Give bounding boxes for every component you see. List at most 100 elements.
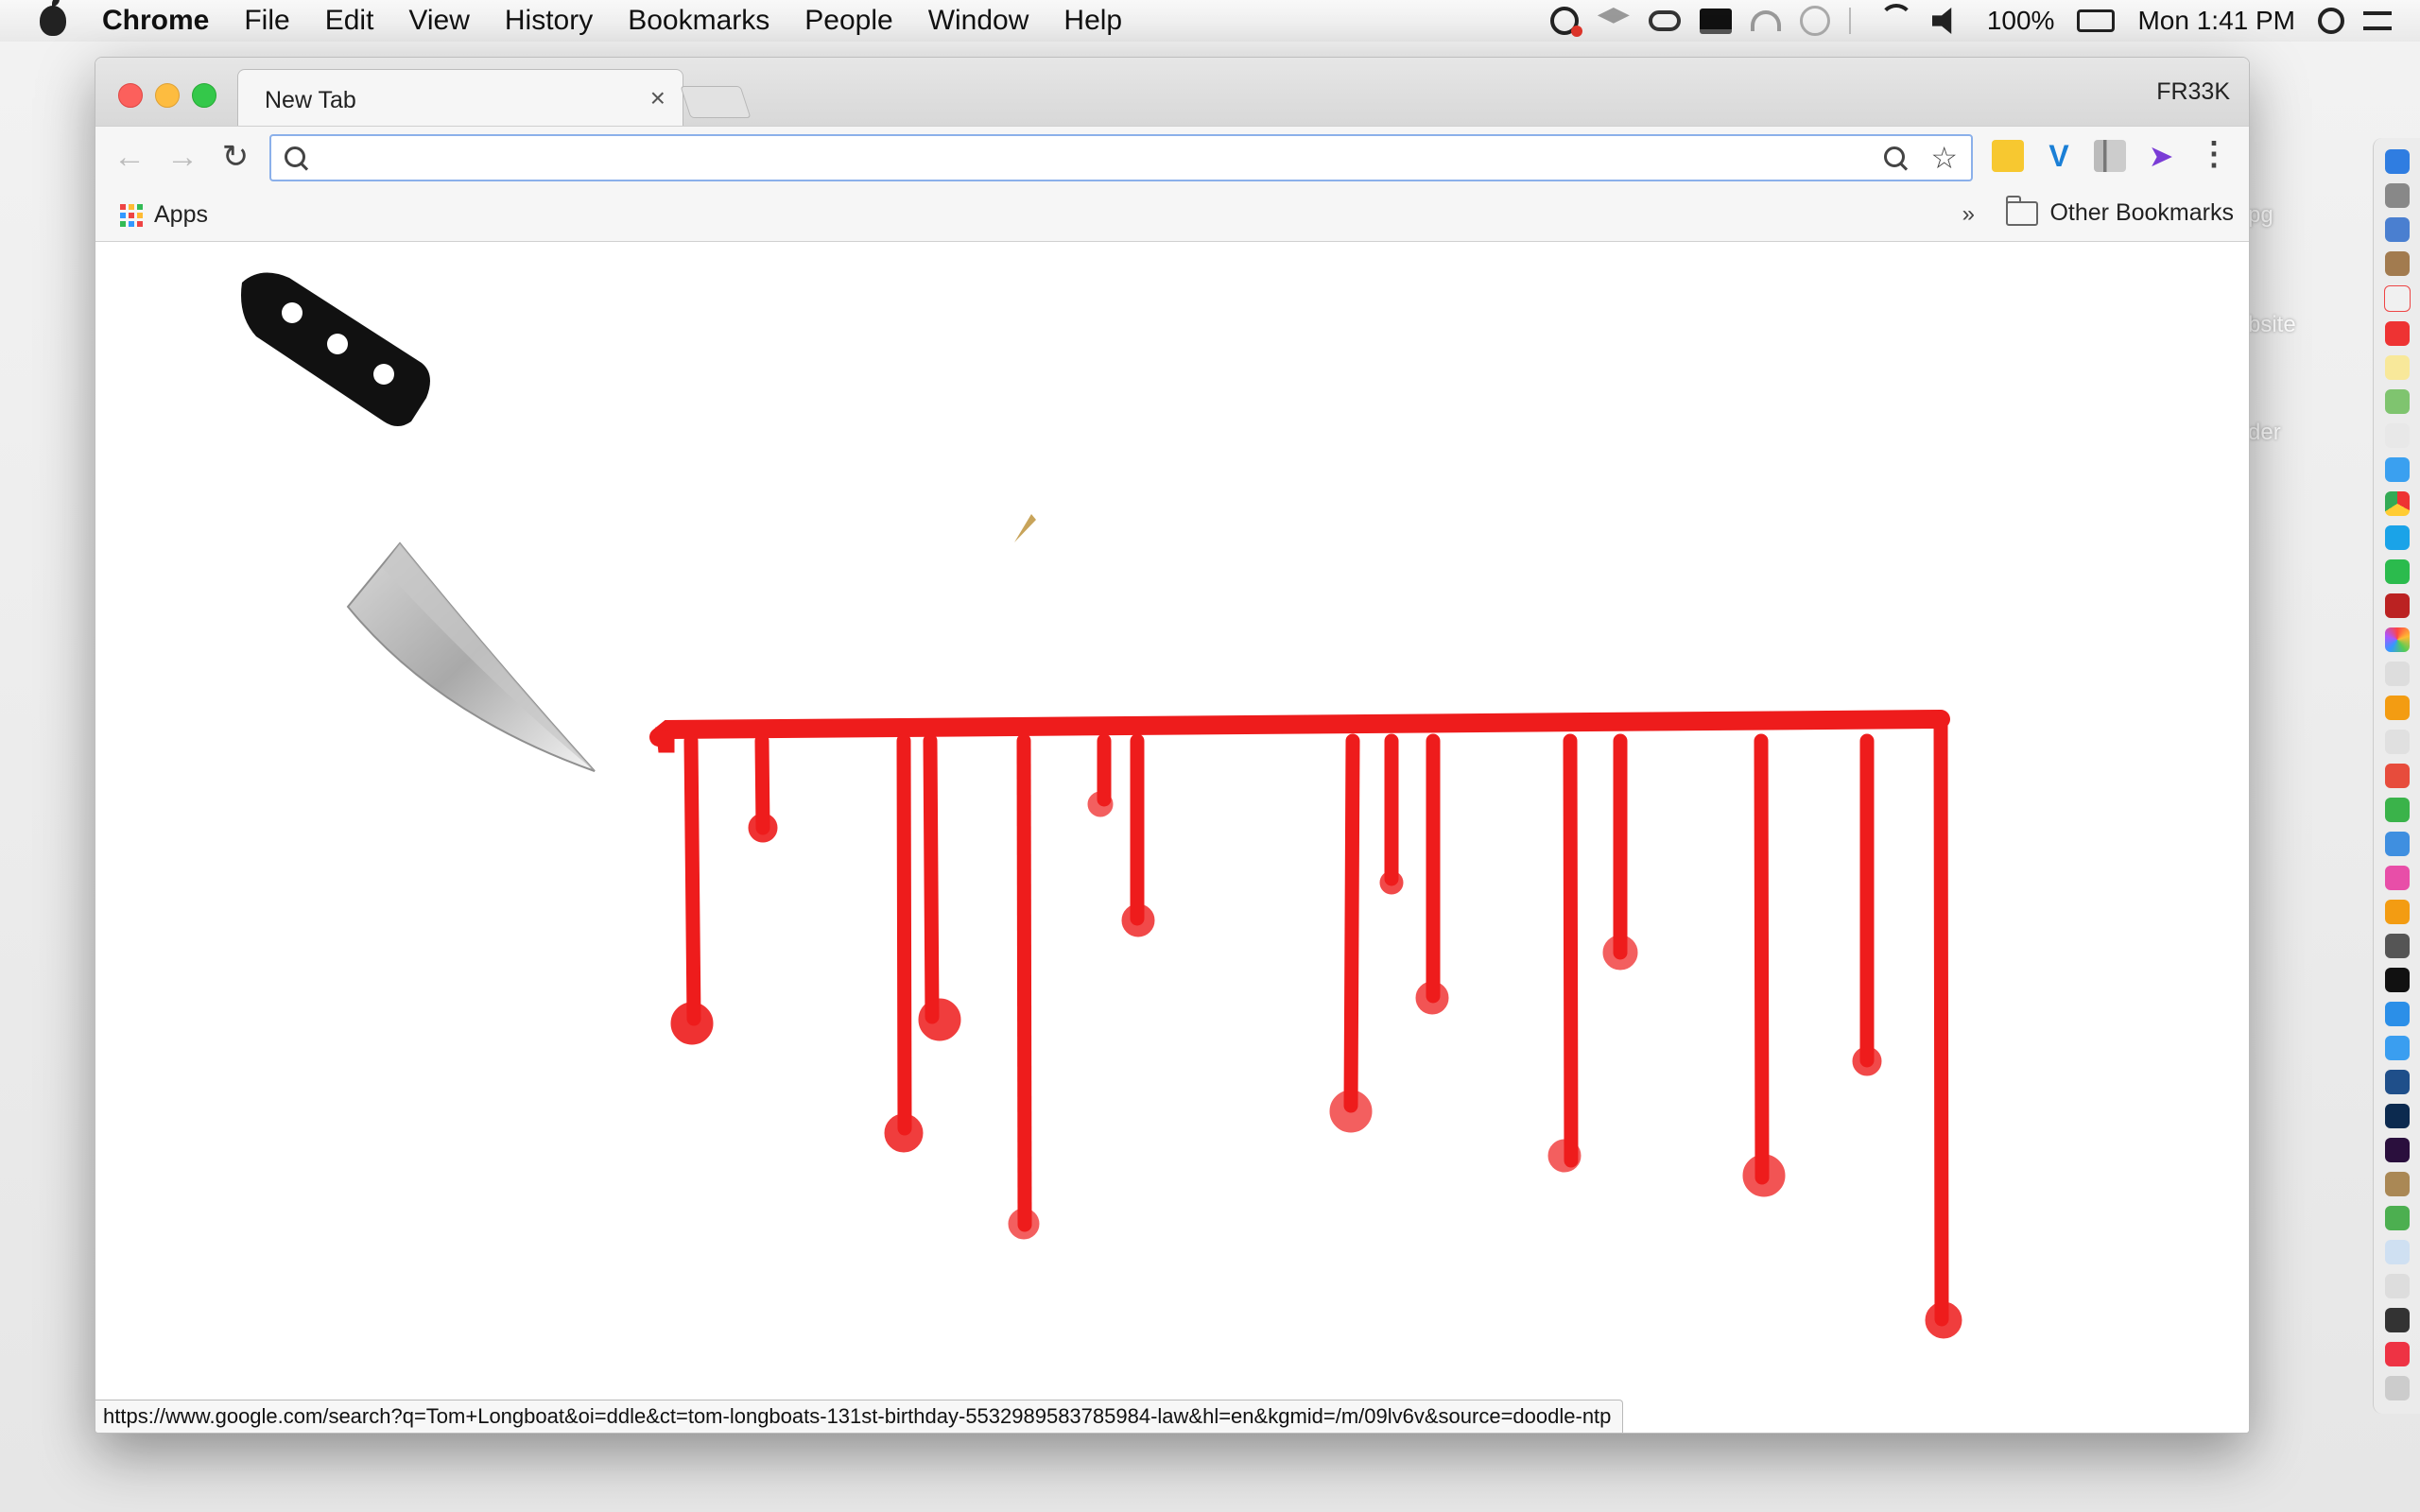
itunes-icon[interactable]: [2384, 866, 2410, 890]
menu-bookmarks[interactable]: Bookmarks: [628, 5, 769, 37]
menu-app-chrome[interactable]: Chrome: [102, 5, 209, 37]
textedit-icon[interactable]: [2384, 662, 2410, 686]
menu-clock[interactable]: Mon 1:41 PM: [2137, 6, 2295, 36]
photoshop-icon[interactable]: [2384, 1104, 2410, 1128]
trash-icon[interactable]: [2384, 1376, 2410, 1400]
notes-icon[interactable]: [2384, 355, 2410, 380]
tab-new-tab[interactable]: New Tab ×: [237, 69, 683, 127]
volume-icon[interactable]: [1931, 8, 1952, 34]
safari-icon[interactable]: [2384, 1002, 2410, 1026]
menu-file[interactable]: File: [244, 5, 289, 37]
chrome-menu-icon[interactable]: ⋮: [2198, 138, 2230, 172]
app-store-icon[interactable]: [2384, 1036, 2410, 1060]
vimeo-icon[interactable]: V: [2043, 140, 2075, 172]
calendar-icon[interactable]: [2383, 285, 2411, 312]
menu-window[interactable]: Window: [928, 5, 1029, 37]
wifi-icon[interactable]: [1878, 4, 1913, 38]
apps-shortcut[interactable]: Apps: [120, 201, 208, 229]
menu-history[interactable]: History: [505, 5, 593, 37]
apps-grid-icon: [120, 203, 143, 227]
mail-icon[interactable]: [2384, 217, 2410, 242]
desktop-file-label[interactable]: pg: [2248, 202, 2273, 229]
apps-label: Apps: [154, 201, 208, 228]
preview-icon[interactable]: [2384, 730, 2410, 754]
notification-center-icon[interactable]: [2363, 11, 2392, 30]
facetime-icon[interactable]: [2384, 559, 2410, 584]
finder-icon[interactable]: [2384, 149, 2410, 174]
document-stack-icon[interactable]: [2384, 1240, 2410, 1264]
dock: [2373, 138, 2420, 1414]
window-minimize-button[interactable]: [155, 83, 180, 108]
new-tab-button[interactable]: [680, 86, 752, 118]
forward-icon[interactable]: →: [164, 136, 201, 178]
disk-utility-icon[interactable]: [2384, 934, 2410, 958]
spotlight-icon[interactable]: [2318, 8, 2344, 34]
infinity-icon[interactable]: [1648, 10, 1681, 31]
bookmarks-bar: Apps » Other Bookmarks: [95, 188, 2249, 242]
globe-app-icon[interactable]: [2384, 1206, 2410, 1230]
menu-edit[interactable]: Edit: [325, 5, 374, 37]
utility-icon[interactable]: [2384, 1172, 2410, 1196]
address-input[interactable]: [320, 140, 1884, 178]
menu-people[interactable]: People: [804, 5, 892, 37]
window-stack-icon[interactable]: [2384, 1308, 2410, 1332]
contacts-icon[interactable]: [2384, 251, 2410, 276]
macos-menu-bar: Chrome File Edit View History Bookmarks …: [0, 0, 2420, 43]
tab-close-icon[interactable]: ×: [650, 83, 666, 113]
battery-icon[interactable]: [2077, 9, 2116, 32]
bookmarks-overflow-icon[interactable]: »: [1962, 201, 1975, 228]
chrome-icon[interactable]: [2384, 491, 2410, 516]
desktop-file-label[interactable]: der: [2248, 420, 2281, 446]
battery-percent: 100%: [1986, 6, 2055, 35]
keynote-icon[interactable]: [2384, 832, 2410, 856]
headphones-icon[interactable]: [1750, 10, 1781, 31]
reminders-icon[interactable]: [2384, 321, 2410, 346]
tab-title: New Tab: [265, 87, 356, 113]
cursor-extension-icon[interactable]: ➤: [2145, 140, 2177, 172]
google-doodle[interactable]: [95, 242, 2249, 1433]
gray-extension-icon[interactable]: [2094, 140, 2126, 172]
bluetooth-icon[interactable]: [1848, 8, 1860, 34]
time-machine-icon[interactable]: [1799, 6, 1830, 36]
ibooks-icon[interactable]: [2384, 900, 2410, 924]
photos-icon[interactable]: [2384, 423, 2410, 448]
display-icon[interactable]: [1699, 8, 1732, 34]
launchpad-icon[interactable]: [2384, 183, 2410, 208]
lastpass-icon[interactable]: [1992, 140, 2024, 172]
window-close-button[interactable]: [118, 83, 143, 108]
other-bookmarks[interactable]: Other Bookmarks: [2006, 195, 2234, 227]
photos-app-icon[interactable]: [2384, 627, 2410, 652]
profile-name[interactable]: FR33K: [2156, 78, 2230, 106]
desktop-file-label[interactable]: bsite: [2248, 312, 2296, 338]
window-maximize-button[interactable]: [192, 83, 216, 108]
creative-cloud-icon[interactable]: [1549, 7, 1582, 37]
downloads-stack-icon[interactable]: [2384, 1274, 2410, 1298]
status-url-bar: https://www.google.com/search?q=Tom+Long…: [95, 1400, 1624, 1433]
terminal-icon[interactable]: [2384, 968, 2410, 992]
menu-help[interactable]: Help: [1063, 5, 1122, 37]
infinity-app-icon[interactable]: [2384, 764, 2410, 788]
calendar-stack-icon[interactable]: [2384, 1342, 2410, 1366]
quicktime-icon[interactable]: [2384, 1070, 2410, 1094]
knife-icon: [241, 272, 596, 772]
zoom-icon[interactable]: [1884, 146, 1905, 167]
dropbox-icon[interactable]: [1597, 8, 1630, 24]
pages-icon[interactable]: [2384, 696, 2410, 720]
feather-speck: [1014, 514, 1036, 542]
messages-icon[interactable]: [2384, 457, 2410, 482]
apple-menu-icon[interactable]: [40, 0, 66, 36]
photo-booth-icon[interactable]: [2384, 593, 2410, 618]
chrome-window: New Tab × FR33K ← → ↻ ☆ V ➤ ⋮ Apps » Oth…: [95, 57, 2250, 1434]
search-icon: [285, 146, 305, 167]
premiere-icon[interactable]: [2384, 1138, 2410, 1162]
maps-icon[interactable]: [2384, 389, 2410, 414]
omnibox[interactable]: ☆: [269, 134, 1973, 181]
menu-view[interactable]: View: [408, 5, 469, 37]
reload-icon[interactable]: ↻: [216, 136, 254, 178]
new-tab-page: https://www.google.com/search?q=Tom+Long…: [95, 242, 2249, 1433]
bookmark-star-icon[interactable]: ☆: [1930, 140, 1958, 176]
numbers-icon[interactable]: [2384, 798, 2410, 822]
back-icon[interactable]: ←: [111, 136, 148, 178]
skype-icon[interactable]: [2384, 525, 2410, 550]
other-bookmarks-label: Other Bookmarks: [2049, 199, 2234, 226]
